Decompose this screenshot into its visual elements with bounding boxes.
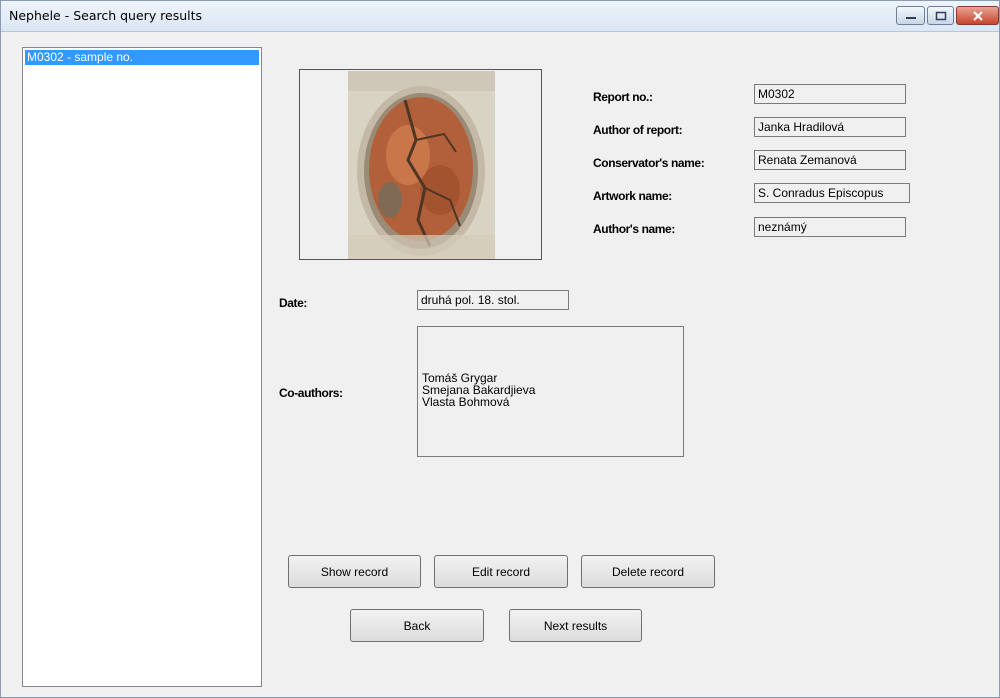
artwork-name-field[interactable]: S. Conradus Episcopus [754, 183, 910, 203]
author-name-field[interactable]: neznámý [754, 217, 906, 237]
minimize-icon [905, 16, 916, 19]
delete-record-button[interactable]: Delete record [581, 555, 715, 588]
coauthor-name: Vlasta Bohmová [422, 395, 510, 409]
coauthors-box[interactable]: Tomáš Grygar Smejana Bakardjieva Vlasta … [417, 326, 684, 457]
author-of-report-field[interactable]: Janka Hradilová [754, 117, 906, 137]
list-item[interactable]: M0302 - sample no. [25, 50, 259, 65]
report-no-label: Report no.: [593, 90, 653, 104]
date-label: Date: [279, 296, 308, 310]
title-bar[interactable]: Nephele - Search query results [1, 1, 999, 32]
close-icon [972, 10, 983, 21]
author-name-label: Author's name: [593, 222, 675, 236]
author-of-report-label: Author of report: [593, 123, 683, 137]
back-button[interactable]: Back [350, 609, 484, 642]
show-record-button[interactable]: Show record [288, 555, 421, 588]
date-field[interactable]: druhá pol. 18. stol. [417, 290, 569, 310]
app-window: Nephele - Search query results M0302 - s… [0, 0, 1000, 698]
report-no-field[interactable]: M0302 [754, 84, 906, 104]
artwork-photo [299, 69, 542, 260]
conservator-name-field[interactable]: Renata Zemanová [754, 150, 906, 170]
maximize-button[interactable] [927, 6, 954, 25]
results-list[interactable]: M0302 - sample no. [22, 47, 262, 687]
next-results-button[interactable]: Next results [509, 609, 642, 642]
window-title: Nephele - Search query results [9, 8, 203, 23]
minimize-button[interactable] [896, 6, 925, 25]
maximize-icon [935, 11, 946, 20]
coauthors-label: Co-authors: [279, 386, 343, 400]
close-button[interactable] [956, 6, 999, 25]
artwork-name-label: Artwork name: [593, 189, 672, 203]
edit-record-button[interactable]: Edit record [434, 555, 568, 588]
conservator-name-label: Conservator's name: [593, 156, 705, 170]
artwork-image [348, 71, 495, 259]
